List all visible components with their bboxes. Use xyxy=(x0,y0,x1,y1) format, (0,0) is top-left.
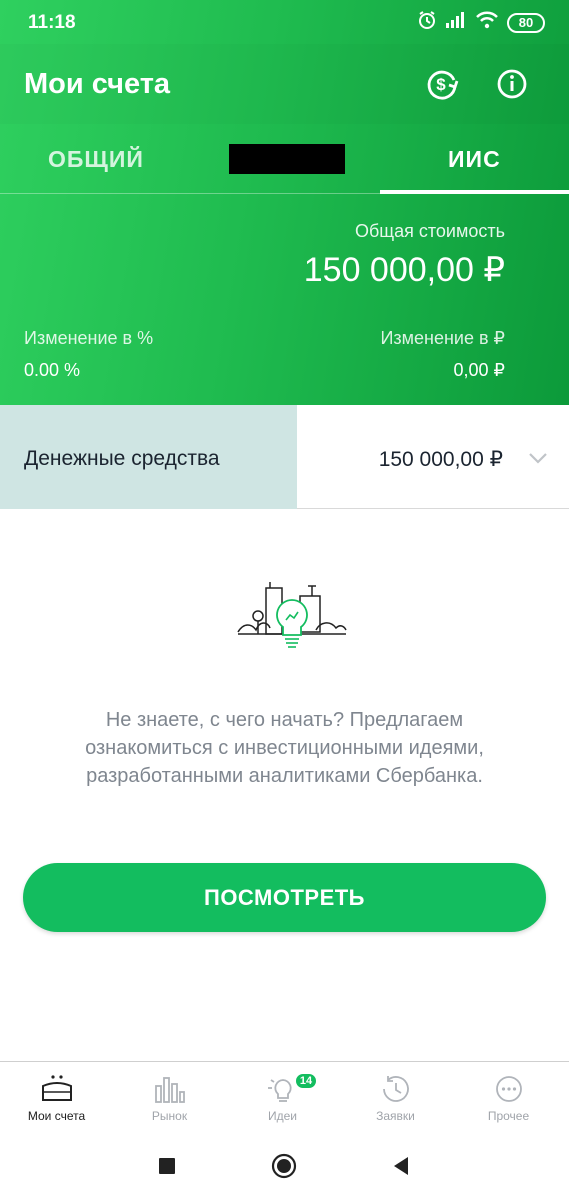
nav-label: Заявки xyxy=(376,1109,415,1123)
currency-exchange-icon[interactable]: $ xyxy=(424,66,460,102)
nav-label: Идеи xyxy=(267,1109,297,1123)
cash-value: 150 000,00 ₽ xyxy=(378,448,503,471)
chevron-down-icon[interactable] xyxy=(527,447,549,469)
total-value: 150 000,00 ₽ xyxy=(303,251,505,289)
city-lightbulb-illustration-icon xyxy=(236,580,348,656)
cash-row[interactable]: Денежные средства 150 000,00 ₽ xyxy=(0,405,569,509)
active-tab-indicator xyxy=(380,190,569,194)
app-header: Мои счета $ xyxy=(0,44,569,124)
nav-item-more[interactable]: Прочее xyxy=(452,1062,565,1134)
status-bar: 11:18 80 xyxy=(0,0,569,44)
svg-text:$: $ xyxy=(436,75,446,94)
bottom-navigation: Мои счета Рынок 14 Идеи Заявки Прочее xyxy=(0,1061,569,1133)
nav-item-ideas[interactable]: 14 Идеи xyxy=(226,1062,339,1134)
nav-item-market[interactable]: Рынок xyxy=(113,1062,226,1134)
nav-label: Мои счета xyxy=(27,1109,86,1123)
back-icon[interactable] xyxy=(388,1153,414,1179)
history-icon xyxy=(379,1074,413,1104)
nav-item-my-accounts[interactable]: Мои счета xyxy=(0,1062,113,1134)
wallet-icon xyxy=(40,1074,74,1104)
ideas-count-badge: 14 xyxy=(294,1072,318,1090)
home-icon[interactable] xyxy=(271,1153,297,1179)
battery-icon: 80 xyxy=(507,12,545,33)
nav-item-orders[interactable]: Заявки xyxy=(339,1062,452,1134)
nav-label: Прочее xyxy=(487,1109,530,1123)
change-rub-value: 0,00 ₽ xyxy=(453,360,506,380)
tab-iis[interactable]: ИИС xyxy=(448,146,501,173)
alarm-icon xyxy=(417,10,437,35)
change-percent-label: Изменение в % xyxy=(24,328,154,348)
recent-apps-icon[interactable] xyxy=(154,1153,180,1179)
total-value-label: Общая стоимость xyxy=(355,221,505,241)
nav-label: Рынок xyxy=(151,1109,188,1123)
system-navigation-bar xyxy=(0,1133,569,1200)
signal-icon xyxy=(445,11,467,34)
change-rub-label: Изменение в ₽ xyxy=(380,328,505,348)
more-icon xyxy=(492,1074,526,1104)
status-time: 11:18 xyxy=(28,12,76,33)
tab-general[interactable]: ОБЩИЙ xyxy=(48,146,144,173)
status-icons: 80 xyxy=(417,10,545,35)
info-icon[interactable] xyxy=(494,66,530,102)
account-tabs: ОБЩИЙ ИИС xyxy=(0,126,569,194)
page-title: Мои счета xyxy=(24,68,171,100)
promo-text: Не знаете, с чего начать? Предлагаем озн… xyxy=(85,709,484,787)
wifi-icon xyxy=(475,11,499,34)
cash-label: Денежные средства xyxy=(24,447,220,470)
tab-redacted[interactable] xyxy=(229,144,345,174)
market-icon xyxy=(153,1074,187,1104)
change-percent-value: 0.00 % xyxy=(24,360,81,380)
view-ideas-button[interactable]: ПОСМОТРЕТЬ xyxy=(23,863,546,932)
